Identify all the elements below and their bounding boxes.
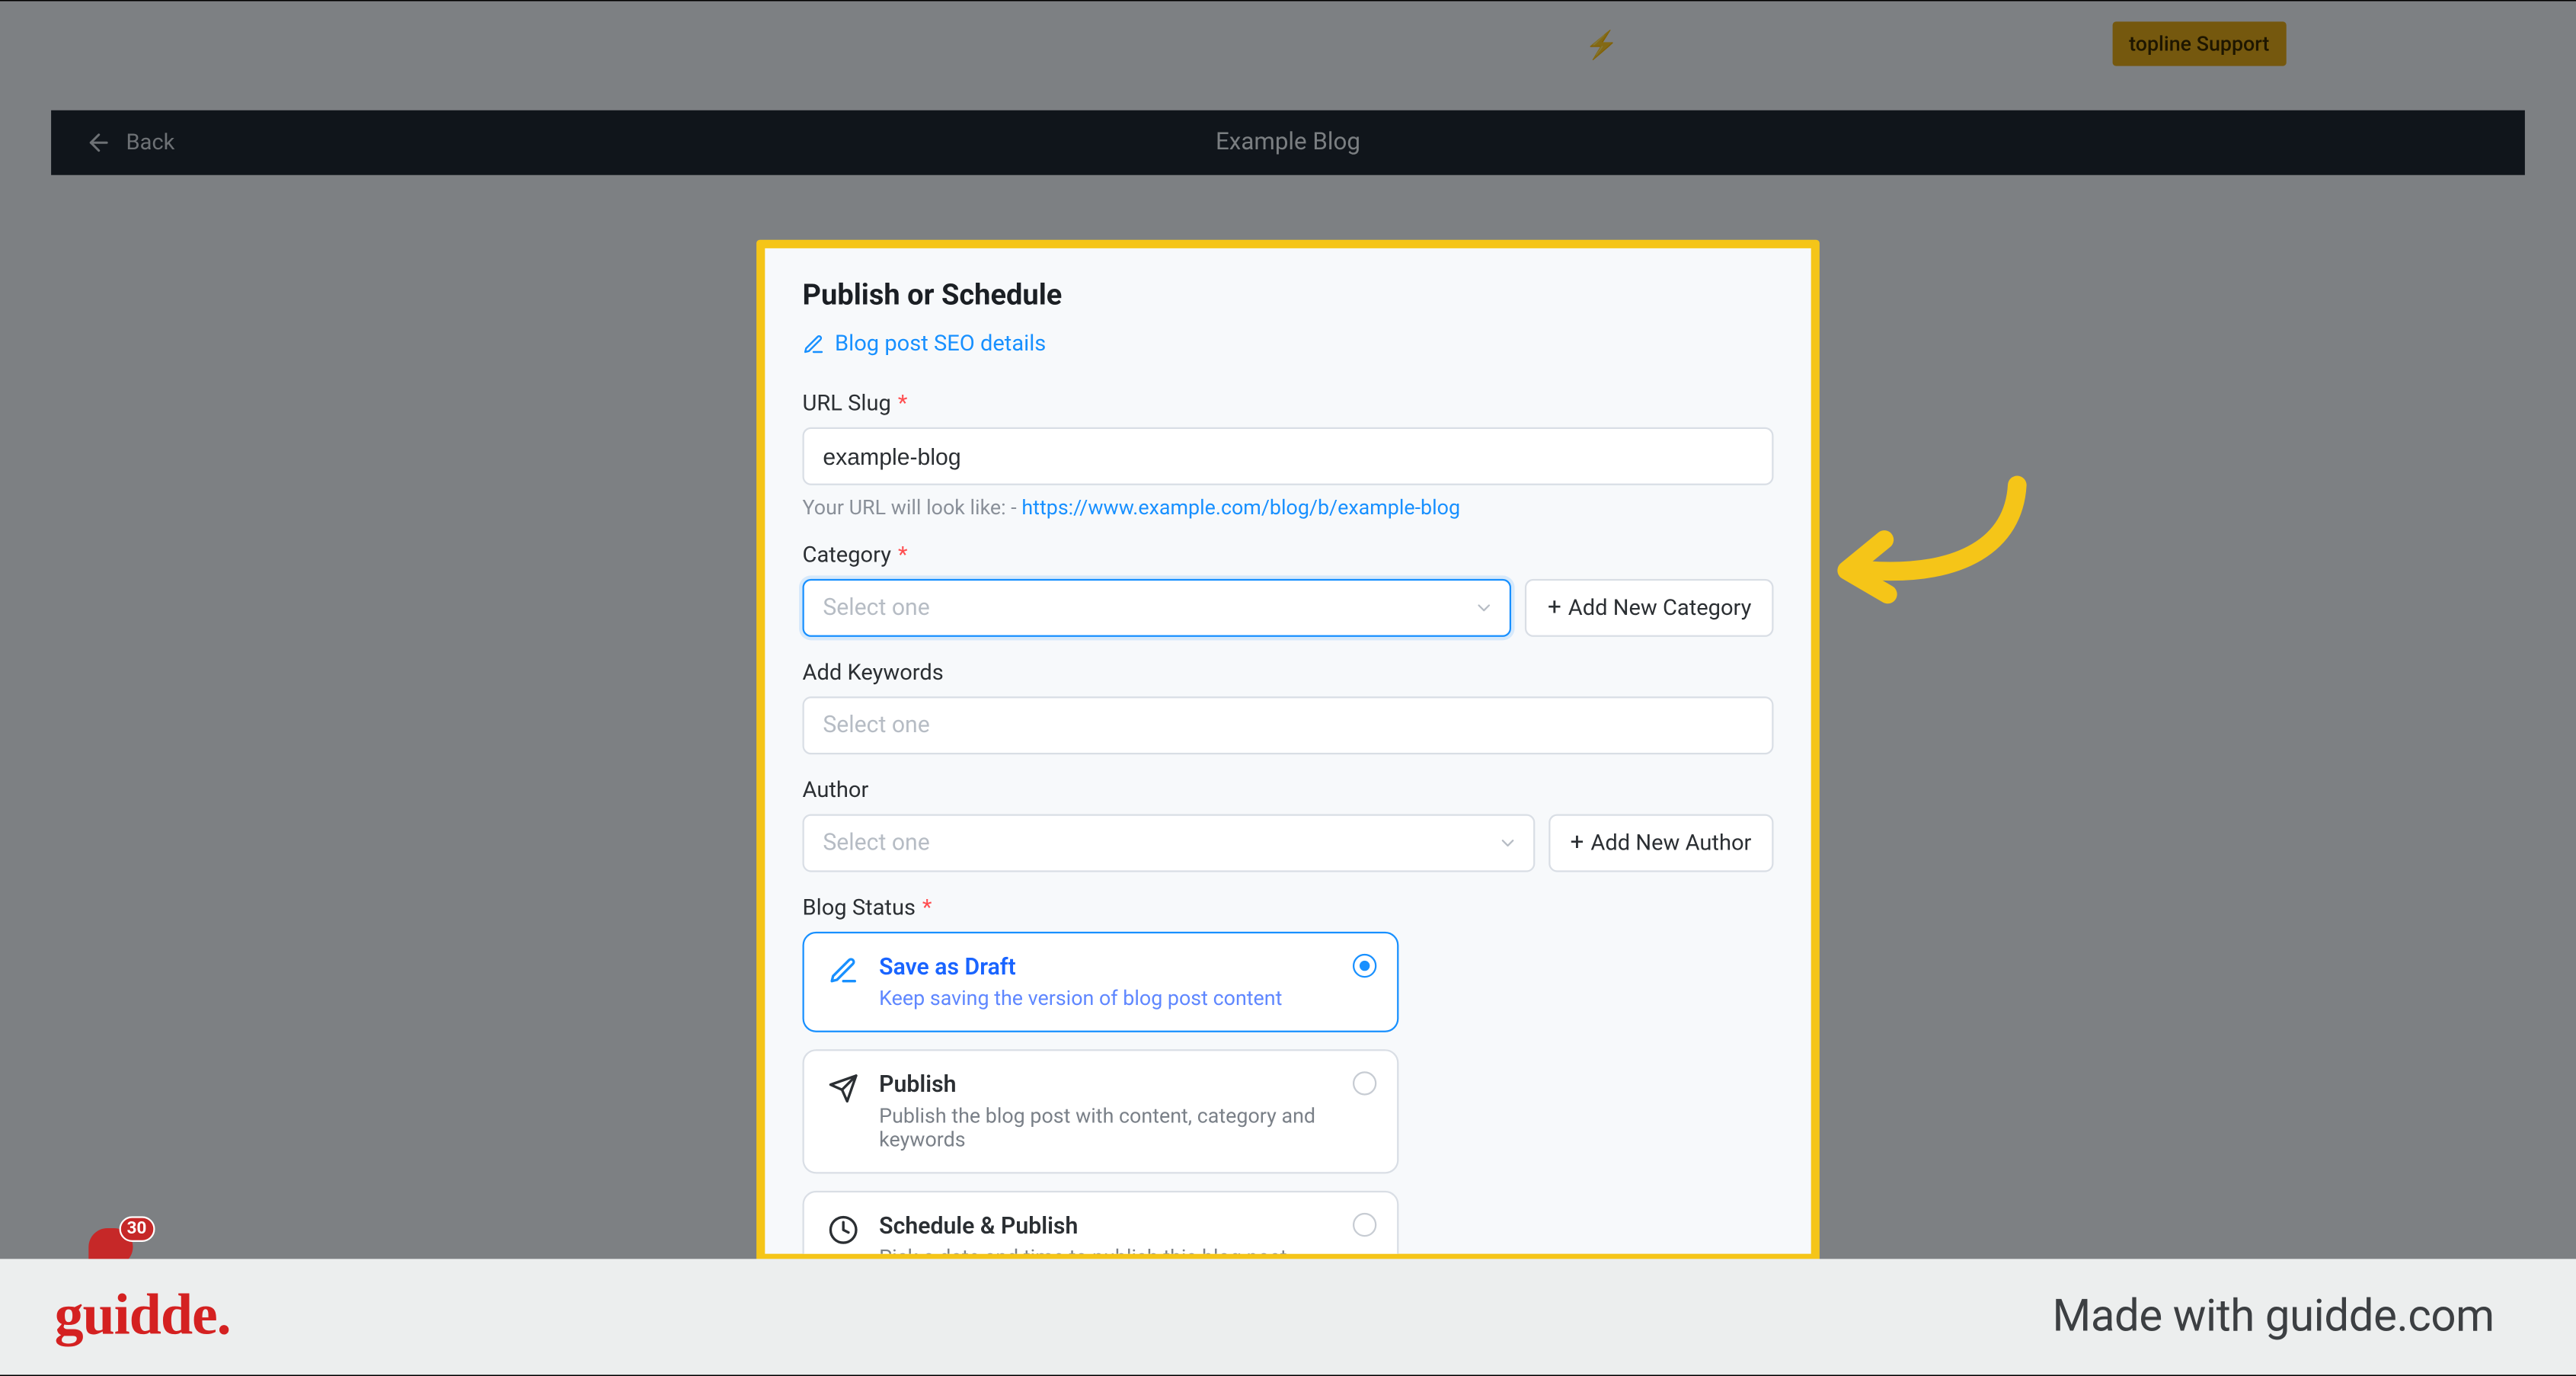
made-with-label: Made with guidde.com (2053, 1291, 2495, 1342)
status-option-schedule[interactable]: Schedule & Publish Pick a date and time … (803, 1191, 1399, 1262)
plus-icon: + (1571, 831, 1584, 855)
send-icon (828, 1074, 858, 1104)
seo-link-label: Blog post SEO details (835, 332, 1046, 358)
url-slug-hint: Your URL will look like: - https://www.e… (803, 495, 1774, 519)
add-category-label: Add New Category (1568, 595, 1752, 621)
url-slug-label: URL Slug (803, 392, 891, 418)
author-group: Author Select one + Add New Author (803, 779, 1774, 872)
plus-icon: + (1548, 596, 1561, 619)
add-author-label: Add New Author (1590, 830, 1751, 856)
category-placeholder: Select one (823, 594, 929, 622)
required-star: * (898, 392, 908, 418)
required-star: * (922, 896, 932, 922)
category-label: Category (803, 543, 891, 569)
category-group: Category * Select one + Add New Category (803, 543, 1774, 637)
seo-details-link[interactable]: Blog post SEO details (803, 332, 1047, 358)
clock-icon (828, 1214, 858, 1245)
radio-indicator (1353, 1213, 1376, 1237)
pencil-icon (828, 955, 858, 986)
category-select[interactable]: Select one (803, 579, 1513, 637)
page-title: Example Blog (51, 129, 2525, 156)
author-label: Author (803, 779, 869, 805)
keywords-label: Add Keywords (803, 661, 944, 686)
chevron-down-icon (1475, 597, 1495, 618)
status-label: Blog Status (803, 896, 916, 922)
author-select[interactable]: Select one (803, 814, 1535, 872)
add-author-button[interactable]: + Add New Author (1548, 814, 1774, 872)
radio-indicator (1353, 954, 1376, 978)
required-star: * (898, 543, 908, 569)
status-publish-title: Publish (879, 1071, 1373, 1099)
author-placeholder: Select one (823, 830, 929, 857)
support-button[interactable]: topline Support (2112, 21, 2287, 66)
status-option-draft[interactable]: Save as Draft Keep saving the version of… (803, 932, 1399, 1032)
page-header: Back Example Blog (51, 110, 2525, 175)
status-draft-desc: Keep saving the version of blog post con… (879, 986, 1373, 1010)
guidde-brand: guidde. (55, 1285, 231, 1349)
chevron-down-icon (1497, 833, 1517, 853)
guidde-ribbon: guidde. Made with guidde.com (0, 1259, 2576, 1374)
publish-panel: Publish or Schedule Blog post SEO detail… (756, 240, 1820, 1262)
top-toolbar: ⚡ topline Support (51, 21, 2525, 69)
status-draft-title: Save as Draft (879, 954, 1373, 981)
status-publish-desc: Publish the blog post with content, cate… (879, 1104, 1373, 1152)
add-category-button[interactable]: + Add New Category (1526, 579, 1774, 637)
status-schedule-title: Schedule & Publish (879, 1213, 1373, 1240)
radio-indicator (1353, 1071, 1376, 1095)
keywords-group: Add Keywords Select one (803, 661, 1774, 754)
panel-title: Publish or Schedule (803, 279, 1774, 313)
url-preview-link[interactable]: https://www.example.com/blog/b/example-b… (1021, 495, 1460, 519)
lightning-icon: ⚡ (1585, 28, 1619, 60)
url-slug-input[interactable] (803, 427, 1774, 485)
keywords-placeholder: Select one (823, 712, 929, 739)
pencil-icon (803, 334, 825, 356)
status-group: Blog Status * Save as Draft Keep saving … (803, 896, 1774, 1262)
keywords-select[interactable]: Select one (803, 696, 1774, 754)
status-option-publish[interactable]: Publish Publish the blog post with conte… (803, 1049, 1399, 1173)
url-slug-group: URL Slug * Your URL will look like: - ht… (803, 392, 1774, 520)
